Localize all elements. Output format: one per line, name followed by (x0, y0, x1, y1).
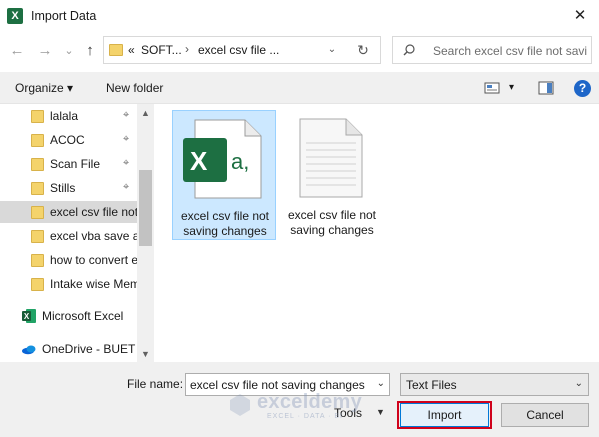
pin-icon: ⌖ (123, 133, 130, 145)
svg-text:X: X (24, 312, 30, 321)
sidebar-item-acoc[interactable]: ACOC ⌖ (0, 129, 137, 151)
sidebar-item-label: excel csv file not (50, 205, 137, 219)
sidebar-item-onedrive[interactable]: OneDrive - BUET (42, 342, 135, 356)
folder-icon (31, 182, 44, 195)
breadcrumb-current-folder[interactable]: excel csv file ... (198, 43, 279, 57)
new-folder-button[interactable]: New folder (106, 81, 163, 95)
tools-dropdown-arrow[interactable]: ▼ (376, 407, 385, 417)
folder-icon (31, 230, 44, 243)
sidebar-item-stills[interactable]: Stills ⌖ (0, 177, 137, 199)
file-type-select[interactable]: Text Files ⌄ (400, 373, 589, 396)
back-button[interactable]: ← (8, 40, 26, 62)
sidebar-scrollbar[interactable]: ▲ ▼ (137, 104, 154, 362)
search-placeholder: Search excel csv file not savi... (433, 44, 588, 58)
close-button[interactable]: ✕ (566, 4, 594, 28)
help-icon[interactable]: ? (574, 80, 591, 97)
file-type-value: Text Files (406, 378, 457, 392)
navigation-pane: lalala ⌖ ACOC ⌖ Scan File ⌖ Stills ⌖ exc… (0, 104, 154, 362)
folder-icon (31, 110, 44, 123)
watermark-text: exceldemy (257, 391, 362, 413)
recent-locations-button[interactable]: ⌄ (60, 40, 78, 62)
view-options-arrow[interactable]: ▾ (509, 82, 514, 93)
scroll-down-arrow[interactable]: ▼ (137, 347, 154, 361)
sidebar-item-microsoft-excel[interactable]: Microsoft Excel (42, 309, 123, 323)
breadcrumb-soft[interactable]: SOFT... (141, 43, 182, 57)
excel-app-icon: X (7, 8, 23, 24)
file-name-value: excel csv file not saving changes (190, 378, 365, 392)
sidebar-item-how-to-convert[interactable]: how to convert e (0, 249, 137, 271)
import-button[interactable]: Import (400, 403, 489, 427)
folder-icon (109, 44, 123, 56)
breadcrumb-separator[interactable]: › (185, 42, 189, 56)
title-bar: X Import Data ✕ (0, 0, 599, 33)
chevron-down-icon: ⌄ (574, 378, 583, 389)
refresh-button[interactable]: ↻ (348, 36, 378, 64)
scroll-up-arrow[interactable]: ▲ (137, 106, 154, 120)
window-title: Import Data (31, 9, 97, 23)
search-icon (403, 44, 415, 56)
forward-button[interactable]: → (36, 40, 54, 62)
folder-icon (31, 278, 44, 291)
address-dropdown-button[interactable]: ⌄ (321, 36, 343, 64)
file-name: excel csv file not saving changes (180, 209, 270, 238)
folder-icon (31, 254, 44, 267)
sidebar-item-excel-vba[interactable]: excel vba save as (0, 225, 137, 247)
sidebar-item-lalala[interactable]: lalala ⌖ (0, 105, 137, 127)
file-name: excel csv file not saving changes (287, 208, 377, 237)
sidebar-item-intake-wise[interactable]: Intake wise Mem (0, 273, 137, 295)
pin-icon: ⌖ (123, 109, 130, 121)
sidebar-item-label: how to convert e (50, 253, 137, 267)
sidebar-item-label: excel vba save as (50, 229, 137, 243)
file-item-text[interactable]: excel csv file not saving changes (280, 110, 384, 240)
cancel-button[interactable]: Cancel (501, 403, 589, 427)
scroll-thumb[interactable] (139, 170, 152, 246)
up-button[interactable]: ↑ (81, 40, 99, 62)
exceldemy-logo-icon (230, 394, 250, 416)
csv-glyph: a, (231, 149, 250, 174)
organize-menu[interactable]: Organize ▾ (15, 81, 73, 95)
sidebar-item-label: Intake wise Mem (50, 277, 137, 291)
file-name-label: File name: (127, 377, 184, 391)
sidebar-item-excel-csv[interactable]: excel csv file not (0, 201, 137, 223)
search-box[interactable]: Search excel csv file not savi... (392, 36, 592, 64)
onedrive-icon (22, 345, 36, 355)
folder-icon (31, 158, 44, 171)
file-item-csv[interactable]: X a, excel csv file not saving changes (172, 110, 276, 240)
pin-icon: ⌖ (123, 157, 130, 169)
text-file-icon (299, 118, 363, 198)
excel-icon: X (22, 309, 36, 323)
change-view-icon[interactable] (484, 80, 500, 96)
breadcrumb-overflow[interactable]: « (128, 43, 135, 57)
excel-letter: X (190, 146, 208, 176)
chevron-down-icon[interactable]: ⌄ (377, 378, 385, 389)
file-list: X a, excel csv file not saving changes e… (154, 104, 599, 362)
preview-pane-icon[interactable] (538, 80, 554, 96)
sidebar-item-scan-file[interactable]: Scan File ⌖ (0, 153, 137, 175)
folder-icon (31, 134, 44, 147)
folder-icon (31, 206, 44, 219)
toolbar: Organize ▾ New folder ▾ ? (0, 72, 599, 104)
watermark-subtext: EXCEL · DATA · BI (267, 413, 343, 420)
pin-icon: ⌖ (123, 181, 130, 193)
